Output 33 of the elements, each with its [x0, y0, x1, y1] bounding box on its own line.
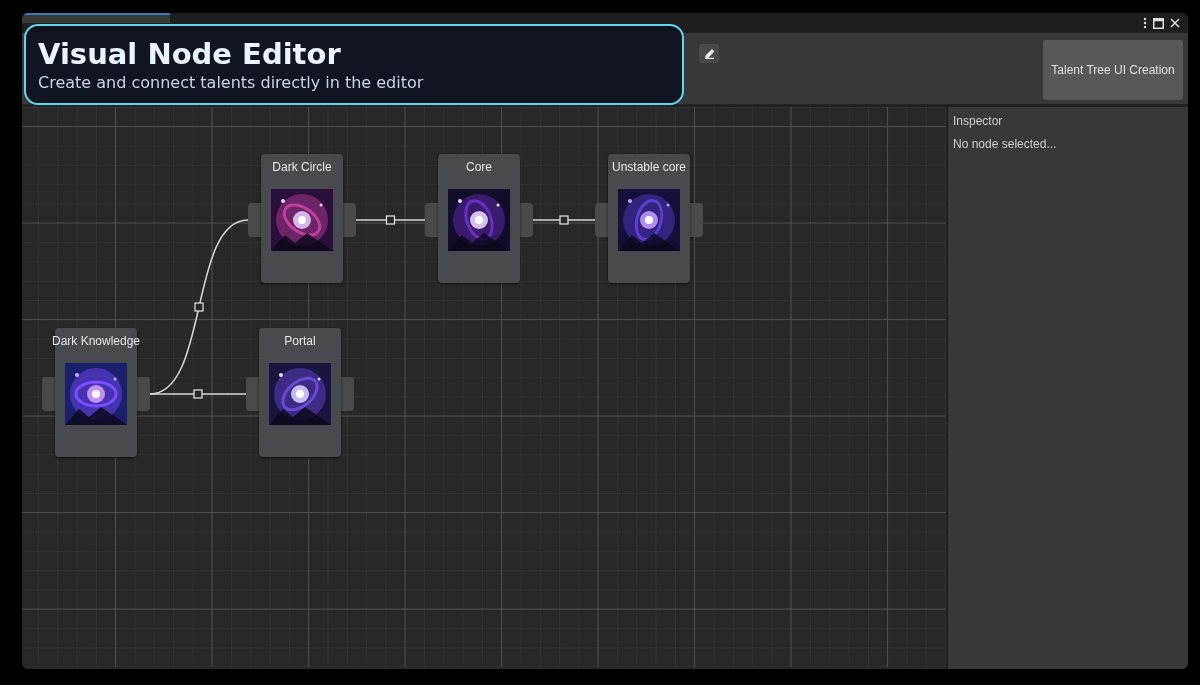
pencil-icon [703, 48, 715, 59]
output-port[interactable] [520, 203, 533, 237]
maximize-icon[interactable] [1153, 17, 1164, 29]
node-title: Core [466, 159, 492, 176]
input-port[interactable] [425, 203, 438, 237]
output-port[interactable] [137, 377, 150, 411]
input-port[interactable] [595, 203, 608, 237]
close-icon[interactable] [1170, 18, 1180, 28]
edit-button[interactable] [699, 44, 719, 63]
talent-node[interactable]: Unstable core [608, 154, 690, 283]
banner-title: Visual Node Editor [38, 36, 342, 72]
talent-node[interactable]: Dark Circle [261, 154, 343, 283]
connector[interactable] [355, 215, 426, 225]
window-tab[interactable] [22, 13, 170, 23]
node-title: Unstable core [612, 159, 686, 176]
ui-creation-button[interactable]: Talent Tree UI Creation [1043, 40, 1183, 100]
output-port[interactable] [341, 377, 354, 411]
talent-node[interactable]: Core [438, 154, 520, 283]
talent-node[interactable]: Portal [259, 328, 341, 457]
inspector-message: No node selected... [953, 136, 1058, 153]
node-title: Portal [284, 333, 316, 350]
more-options-icon[interactable] [1143, 17, 1147, 29]
input-port[interactable] [246, 377, 259, 411]
output-port[interactable] [690, 203, 703, 237]
connector[interactable] [149, 389, 247, 399]
inspector-title: Inspector [953, 113, 1004, 130]
banner-subtitle: Create and connect talents directly in the editor [38, 72, 425, 94]
node-canvas[interactable]: Dark Knowledge Dark Circle Core Unstable core Portal [22, 107, 946, 669]
output-port[interactable] [343, 203, 356, 237]
node-title: Dark Circle [272, 159, 332, 176]
connector[interactable] [532, 215, 596, 225]
input-port[interactable] [42, 377, 55, 411]
input-port[interactable] [248, 203, 261, 237]
